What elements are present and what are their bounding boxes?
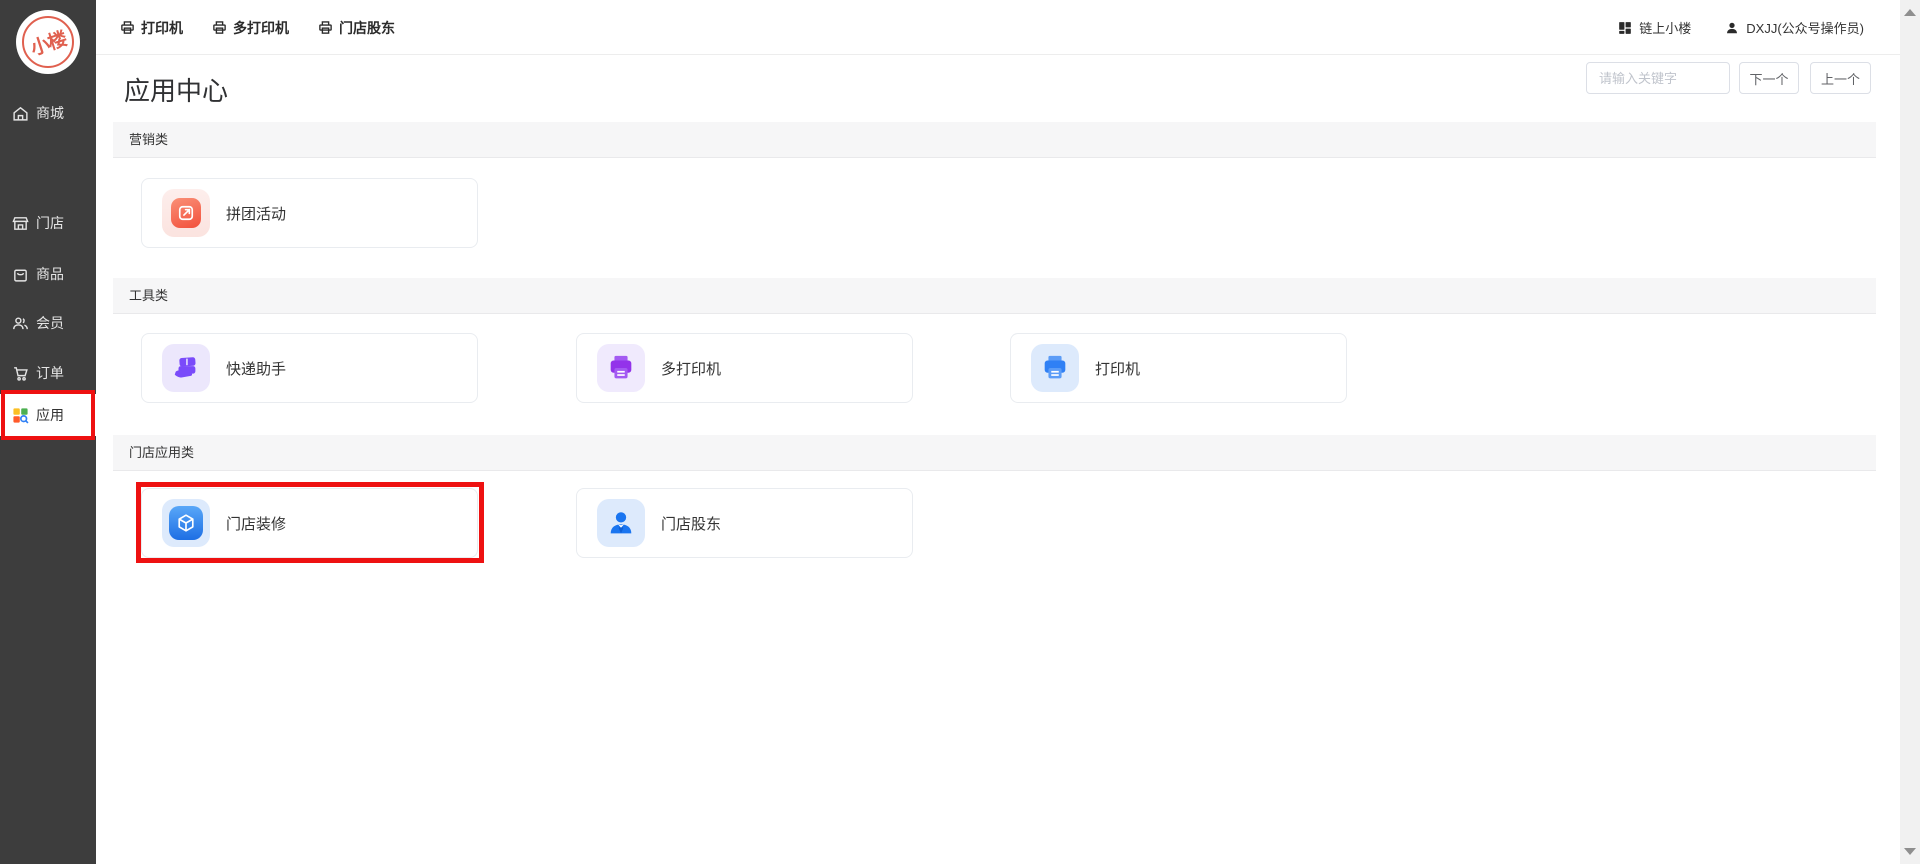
app-card-shareholder[interactable]: 门店股东 bbox=[576, 488, 913, 558]
next-button[interactable]: 下一个 bbox=[1739, 62, 1799, 94]
grid-icon bbox=[1618, 21, 1632, 35]
app-logo[interactable]: 小楼 bbox=[16, 10, 80, 74]
multiprinter-icon bbox=[597, 344, 645, 392]
shop-switcher[interactable]: 链上小楼 bbox=[1618, 18, 1691, 37]
sidebar-item-orders[interactable]: 订单 bbox=[0, 355, 96, 391]
section-header-store-apps: 门店应用类 bbox=[113, 435, 1876, 471]
sidebar-item-store[interactable]: 门店 bbox=[0, 205, 96, 241]
tab-label: 打印机 bbox=[141, 18, 183, 38]
topbar-tabs: 打印机 多打印机 门店股东 bbox=[120, 0, 395, 55]
app-card-printer[interactable]: 打印机 bbox=[1010, 333, 1347, 403]
sidebar-item-mall[interactable]: 商城 bbox=[0, 95, 96, 131]
shop-name: 链上小楼 bbox=[1639, 18, 1691, 37]
sidebar: 小楼 商城 门店 商品 会员 订单 bbox=[0, 0, 96, 864]
home-icon bbox=[12, 105, 29, 122]
groupbuy-icon bbox=[162, 189, 210, 237]
logo-ring: 小楼 bbox=[22, 16, 74, 68]
user-name: DXJJ(公众号操作员) bbox=[1746, 18, 1864, 37]
printer-icon bbox=[318, 20, 333, 35]
tab-label: 多打印机 bbox=[233, 18, 289, 38]
app-name: 拼团活动 bbox=[226, 203, 286, 224]
tab-multiprinter[interactable]: 多打印机 bbox=[212, 18, 289, 38]
shareholder-icon bbox=[597, 499, 645, 547]
page-title: 应用中心 bbox=[124, 71, 228, 108]
section-title: 门店应用类 bbox=[129, 445, 194, 460]
app-name: 门店装修 bbox=[226, 513, 286, 534]
scrollbar[interactable] bbox=[1900, 0, 1920, 864]
orders-icon bbox=[12, 365, 29, 382]
section-title: 营销类 bbox=[129, 132, 168, 147]
app-card-groupbuy[interactable]: 拼团活动 bbox=[141, 178, 478, 248]
members-icon bbox=[12, 315, 29, 332]
store-icon bbox=[12, 215, 29, 232]
prev-button[interactable]: 上一个 bbox=[1810, 62, 1871, 94]
sidebar-item-members[interactable]: 会员 bbox=[0, 305, 96, 341]
sidebar-item-label: 订单 bbox=[36, 363, 64, 383]
tab-store-shareholder[interactable]: 门店股东 bbox=[318, 18, 395, 38]
app-card-multiprinter[interactable]: 多打印机 bbox=[576, 333, 913, 403]
sidebar-item-label: 商品 bbox=[36, 264, 64, 284]
sidebar-item-label: 应用 bbox=[36, 405, 64, 425]
search-input[interactable] bbox=[1586, 62, 1730, 94]
sidebar-item-label: 门店 bbox=[36, 213, 64, 233]
app-name: 门店股东 bbox=[661, 513, 721, 534]
app-name: 打印机 bbox=[1095, 358, 1140, 379]
printer-icon bbox=[1031, 344, 1079, 392]
logo-text: 小楼 bbox=[27, 24, 70, 61]
apps-icon bbox=[12, 407, 29, 424]
user-menu[interactable]: DXJJ(公众号操作员) bbox=[1725, 18, 1864, 37]
scroll-up-icon[interactable] bbox=[1904, 9, 1916, 16]
goods-icon bbox=[12, 266, 29, 283]
user-icon bbox=[1725, 21, 1739, 35]
express-icon bbox=[162, 344, 210, 392]
section-header-marketing: 营销类 bbox=[113, 122, 1876, 158]
app-name: 多打印机 bbox=[661, 358, 721, 379]
section-header-tools: 工具类 bbox=[113, 278, 1876, 314]
app-name: 快递助手 bbox=[226, 358, 286, 379]
printer-icon bbox=[212, 20, 227, 35]
tab-label: 门店股东 bbox=[339, 18, 395, 38]
sidebar-item-label: 商城 bbox=[36, 103, 64, 123]
tab-printer[interactable]: 打印机 bbox=[120, 18, 183, 38]
app-card-decoration[interactable]: 门店装修 bbox=[141, 488, 478, 558]
app-card-express[interactable]: 快递助手 bbox=[141, 333, 478, 403]
sidebar-item-goods[interactable]: 商品 bbox=[0, 256, 96, 292]
decoration-icon bbox=[162, 499, 210, 547]
printer-icon bbox=[120, 20, 135, 35]
section-title: 工具类 bbox=[129, 288, 168, 303]
sidebar-item-label: 会员 bbox=[36, 313, 64, 333]
sidebar-item-apps[interactable]: 应用 bbox=[0, 394, 96, 436]
topbar-right: 链上小楼 DXJJ(公众号操作员) bbox=[1618, 0, 1864, 55]
scroll-down-icon[interactable] bbox=[1904, 848, 1916, 855]
topbar: 打印机 多打印机 门店股东 链上小楼 DXJJ(公众号操 bbox=[96, 0, 1900, 55]
